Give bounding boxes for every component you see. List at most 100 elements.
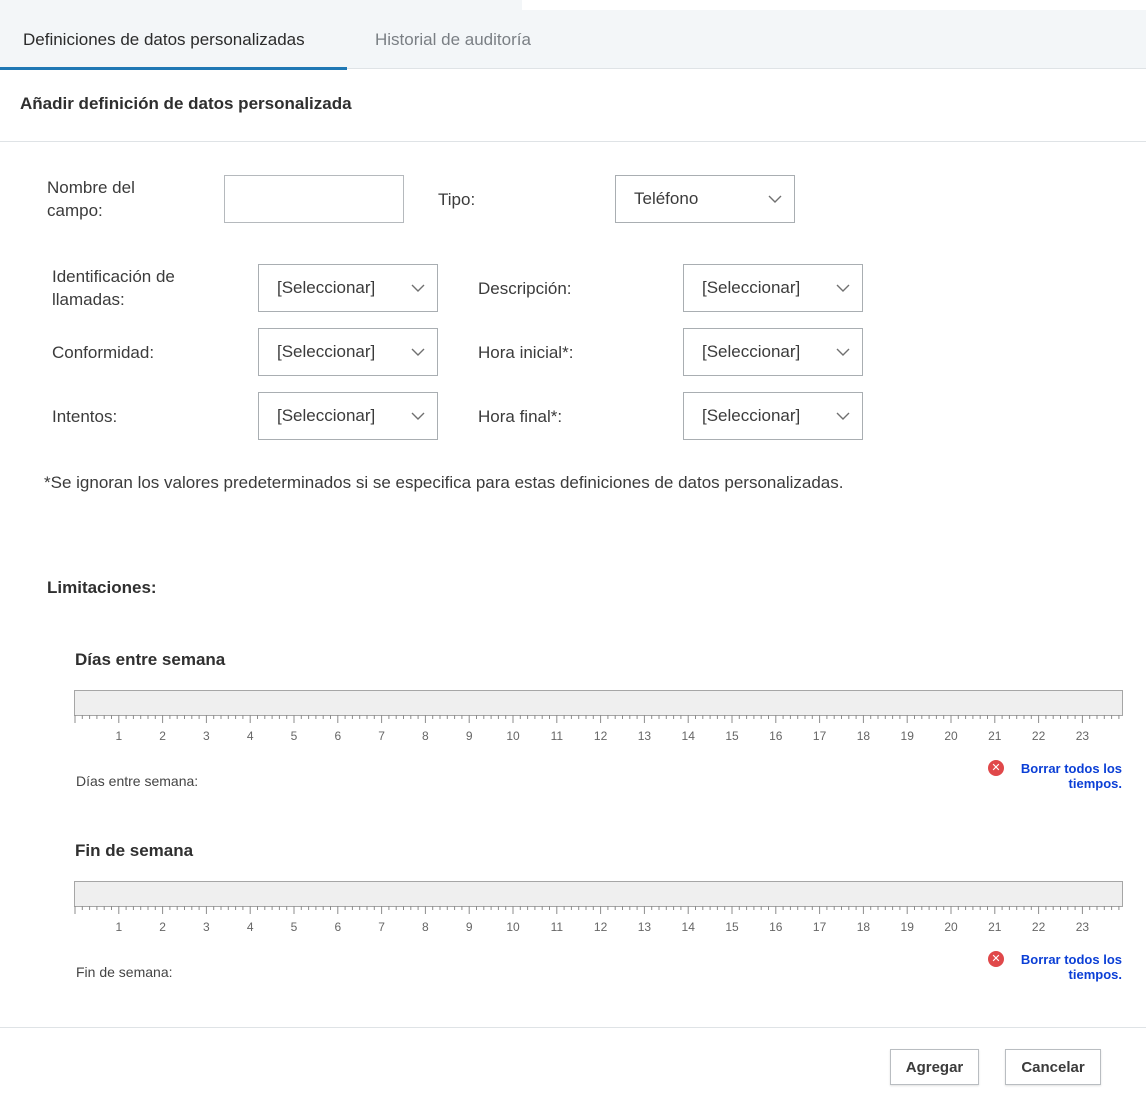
ruler-hour-label: 4 bbox=[247, 729, 254, 743]
end-time-label: Hora final*: bbox=[478, 407, 563, 426]
weekdays-clear-link[interactable]: Borrar todos los tiempos. bbox=[1010, 761, 1122, 791]
field-name-input[interactable] bbox=[224, 175, 404, 223]
caller-id-label: Identificación de llamadas: bbox=[52, 267, 175, 309]
ruler-hour-label: 16 bbox=[769, 729, 783, 743]
attempts-select[interactable]: [Seleccionar] bbox=[258, 392, 438, 440]
ruler-hour-label: 11 bbox=[551, 729, 564, 743]
start-time-select-value: [Seleccionar] bbox=[702, 342, 801, 361]
ruler-hour-label: 5 bbox=[291, 920, 298, 934]
end-time-select-value: [Seleccionar] bbox=[702, 406, 801, 425]
tab-custom-data-definitions[interactable]: Definiciones de datos personalizadas bbox=[0, 10, 347, 70]
ruler-hour-label: 15 bbox=[725, 920, 739, 934]
ruler-hour-label: 2 bbox=[159, 729, 166, 743]
ruler-hour-label: 7 bbox=[378, 920, 385, 934]
chevron-down-icon bbox=[411, 284, 425, 292]
limitations-title: Limitaciones: bbox=[47, 578, 157, 597]
type-select-value: Teléfono bbox=[634, 189, 699, 208]
chevron-down-icon bbox=[411, 412, 425, 420]
ruler-hour-label: 20 bbox=[944, 729, 958, 743]
divider bbox=[0, 141, 1146, 142]
ruler-hour-label: 10 bbox=[506, 920, 520, 934]
ruler-hour-label: 13 bbox=[638, 729, 652, 743]
weekdays-clear-text: Borrar todos los tiempos. bbox=[1020, 761, 1122, 791]
weekend-ruler: 1 2 3 4 5 6 7 8 9 10 11 12 13 14 15 16 17 18 19 20 21 22 23 bbox=[74, 906, 1120, 934]
tab-audit-history[interactable]: Historial de auditoría bbox=[375, 10, 531, 69]
ruler-hour-label: 17 bbox=[813, 729, 827, 743]
weekend-label: Fin de semana: bbox=[76, 964, 173, 980]
top-strip bbox=[522, 0, 1146, 10]
start-time-select[interactable]: [Seleccionar] bbox=[683, 328, 863, 376]
ruler-hour-label: 17 bbox=[813, 920, 827, 934]
ruler-hour-label: 14 bbox=[682, 920, 696, 934]
weekend-clear-text: Borrar todos los tiempos. bbox=[1020, 952, 1122, 982]
description-label: Descripción: bbox=[478, 279, 572, 298]
description-select-value: [Seleccionar] bbox=[702, 278, 801, 297]
chevron-down-icon bbox=[836, 348, 850, 356]
ruler-hour-label: 8 bbox=[422, 920, 429, 934]
ruler-hour-label: 6 bbox=[334, 729, 341, 743]
ruler-hour-label: 22 bbox=[1032, 920, 1046, 934]
compliance-label: Conformidad: bbox=[52, 343, 155, 362]
ruler-hour-label: 14 bbox=[682, 729, 696, 743]
ruler-hour-label: 3 bbox=[203, 729, 210, 743]
start-time-label: Hora inicial*: bbox=[478, 343, 574, 362]
ruler-hour-label: 19 bbox=[901, 729, 915, 743]
weekend-clear-link[interactable]: Borrar todos los tiempos. bbox=[1010, 952, 1122, 982]
attempts-select-value: [Seleccionar] bbox=[277, 406, 376, 425]
tabs-background bbox=[0, 0, 522, 10]
ruler-hour-label: 12 bbox=[594, 920, 608, 934]
section-title: Añadir definición de datos personalizada bbox=[20, 94, 352, 113]
ruler-hour-label: 19 bbox=[901, 920, 915, 934]
chevron-down-icon bbox=[836, 284, 850, 292]
compliance-select[interactable]: [Seleccionar] bbox=[258, 328, 438, 376]
ruler-hour-label: 9 bbox=[466, 729, 473, 743]
description-select[interactable]: [Seleccionar] bbox=[683, 264, 863, 312]
ruler-hour-label: 21 bbox=[988, 920, 1002, 934]
footer-divider bbox=[0, 1027, 1146, 1028]
ruler-hour-label: 18 bbox=[857, 729, 871, 743]
weekend-title: Fin de semana bbox=[75, 841, 194, 860]
tab-bar: Definiciones de datos personalizadas His… bbox=[0, 10, 1146, 70]
weekdays-label: Días entre semana: bbox=[76, 773, 199, 789]
ruler-hour-label: 1 bbox=[115, 729, 122, 743]
weekdays-title: Días entre semana bbox=[75, 650, 226, 669]
ruler-hour-label: 2 bbox=[159, 920, 166, 934]
ruler-hour-label: 1 bbox=[115, 920, 122, 934]
weekdays-ruler: 1 2 3 4 5 6 7 8 9 10 11 12 13 14 15 16 17 18 19 20 21 22 23 bbox=[74, 715, 1120, 743]
ruler-hour-label: 13 bbox=[638, 920, 652, 934]
type-label: Tipo: bbox=[438, 190, 476, 209]
ruler-hour-label: 22 bbox=[1032, 729, 1046, 743]
caller-id-select[interactable]: [Seleccionar] bbox=[258, 264, 438, 312]
end-time-select[interactable]: [Seleccionar] bbox=[683, 392, 863, 440]
field-name-label: Nombre del campo: bbox=[47, 178, 135, 220]
chevron-down-icon bbox=[411, 348, 425, 356]
ruler-hour-label: 8 bbox=[422, 729, 429, 743]
add-button[interactable]: Agregar bbox=[890, 1049, 979, 1085]
ruler-hour-label: 12 bbox=[594, 729, 608, 743]
close-circle-icon[interactable]: ✕ bbox=[988, 951, 1004, 967]
caller-id-select-value: [Seleccionar] bbox=[277, 278, 376, 297]
ruler-hour-label: 10 bbox=[506, 729, 520, 743]
ruler-hour-label: 18 bbox=[857, 920, 871, 934]
ruler-hour-label: 23 bbox=[1076, 729, 1090, 743]
chevron-down-icon bbox=[836, 412, 850, 420]
ruler-hour-label: 5 bbox=[291, 729, 298, 743]
compliance-select-value: [Seleccionar] bbox=[277, 342, 376, 361]
chevron-down-icon bbox=[768, 195, 782, 203]
ruler-hour-label: 16 bbox=[769, 920, 783, 934]
ruler-hour-label: 23 bbox=[1076, 920, 1090, 934]
ruler-hour-label: 9 bbox=[466, 920, 473, 934]
type-select[interactable]: Teléfono bbox=[615, 175, 795, 223]
ruler-hour-label: 6 bbox=[334, 920, 341, 934]
attempts-label: Intentos: bbox=[52, 407, 118, 426]
default-values-note: *Se ignoran los valores predeterminados … bbox=[44, 473, 844, 492]
ruler-hour-label: 15 bbox=[725, 729, 739, 743]
ruler-hour-label: 21 bbox=[988, 729, 1002, 743]
ruler-hour-label: 3 bbox=[203, 920, 210, 934]
ruler-hour-label: 11 bbox=[551, 920, 564, 934]
ruler-hour-label: 4 bbox=[247, 920, 254, 934]
close-circle-icon[interactable]: ✕ bbox=[988, 760, 1004, 776]
cancel-button[interactable]: Cancelar bbox=[1005, 1049, 1101, 1085]
ruler-hour-label: 7 bbox=[378, 729, 385, 743]
ruler-hour-label: 20 bbox=[944, 920, 958, 934]
